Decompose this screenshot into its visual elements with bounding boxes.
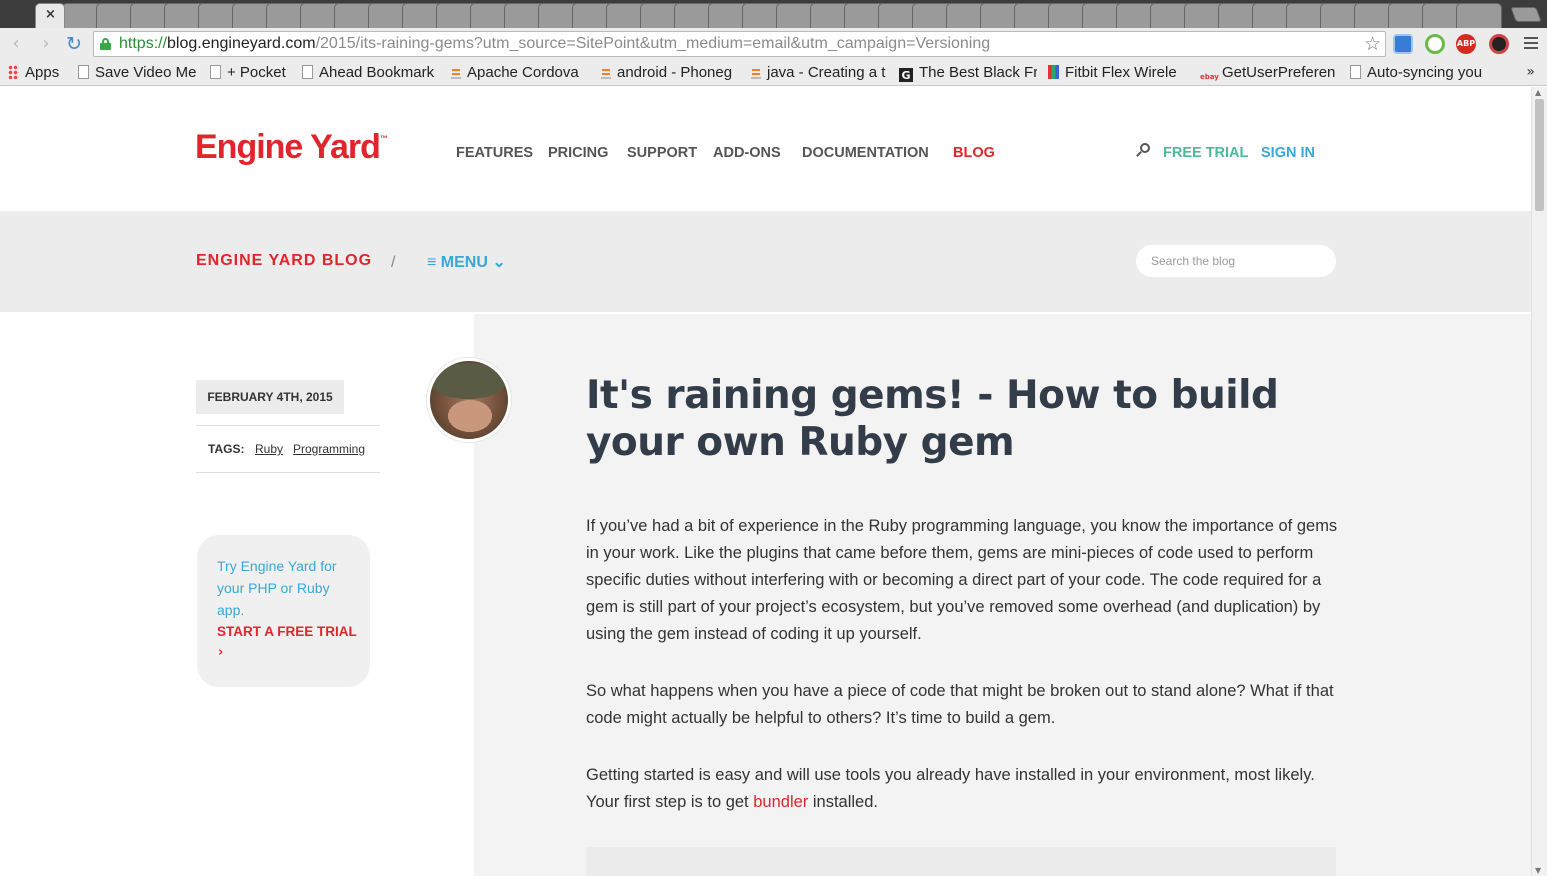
bundler-link[interactable]: bundler	[753, 793, 808, 811]
web-page: Engine Yard™ FEATURES PRICING SUPPORT AD…	[0, 87, 1531, 876]
nav-documentation[interactable]: DOCUMENTATION	[802, 145, 929, 161]
blog-title-link[interactable]: ENGINE YARD BLOG	[196, 252, 372, 270]
article-title: It's raining gems! - How to build your o…	[586, 373, 1279, 465]
breadcrumb-separator: /	[391, 254, 396, 271]
fitbit-icon	[1048, 65, 1059, 79]
blog-menu-button[interactable]: ≡ MENU ⌄	[427, 252, 506, 272]
bookmark-item[interactable]: Auto-syncing you	[1350, 63, 1490, 83]
bookmark-star-icon[interactable]: ☆	[1364, 33, 1381, 56]
adblock-icon[interactable]: ABP	[1456, 34, 1476, 54]
bookmark-item[interactable]: Ahead Bookmark	[302, 63, 438, 83]
sign-in-link[interactable]: SIGN IN	[1261, 145, 1315, 161]
bookmark-item[interactable]: android - Phoneg	[600, 63, 738, 83]
bookmark-item[interactable]: ebay GetUserPreferen	[1200, 63, 1338, 83]
bookmark-item[interactable]: Fitbit Flex Wirele	[1048, 63, 1188, 83]
browser-toolbar: ‹ › ↻ https://blog.engineyard.com/2015/i…	[0, 28, 1547, 60]
article-paragraph: Getting started is easy and will use too…	[586, 766, 1315, 811]
reload-icon[interactable]: ↻	[63, 33, 85, 55]
back-arrow-icon[interactable]: ‹	[5, 33, 27, 55]
divider	[196, 472, 380, 473]
tab-strip: ×	[0, 0, 1547, 28]
start-free-trial-link[interactable]: START A FREE TRIAL	[217, 624, 357, 639]
extension-color-icon[interactable]	[1489, 34, 1509, 54]
url-text: https://blog.engineyard.com/2015/its-rai…	[119, 35, 991, 52]
tab-close-icon[interactable]: ×	[45, 7, 56, 22]
bookmarks-overflow-icon[interactable]: »	[1526, 64, 1535, 80]
browser-tab[interactable]	[1456, 3, 1502, 28]
active-tab[interactable]: ×	[35, 3, 65, 28]
promo-text: Try Engine Yard for your PHP or Ruby app…	[217, 558, 337, 618]
scroll-down-arrow-icon[interactable]: ▼	[1535, 866, 1541, 875]
nav-features[interactable]: FEATURES	[456, 145, 533, 161]
chevron-right-icon[interactable]: ›	[218, 645, 223, 660]
stackoverflow-icon	[750, 65, 761, 79]
stackoverflow-icon	[600, 65, 611, 79]
article-paragraph: If you’ve had a bit of experience in the…	[586, 517, 1338, 643]
free-trial-promo: Try Engine Yard for your PHP or Ruby app…	[197, 535, 370, 687]
bookmark-item[interactable]: java - Creating a t	[750, 63, 888, 83]
forward-arrow-icon[interactable]: ›	[35, 33, 57, 55]
article-paragraph: So what happens when you have a piece of…	[586, 682, 1334, 727]
page-icon	[302, 65, 313, 79]
scrollbar-thumb[interactable]	[1535, 99, 1544, 211]
engine-yard-logo[interactable]: Engine Yard™	[195, 128, 388, 167]
extension-sync-icon[interactable]	[1425, 34, 1445, 54]
bookmark-item[interactable]: + Pocket	[210, 63, 290, 83]
extension-window-icon[interactable]	[1393, 34, 1413, 54]
ebay-icon: ebay	[1200, 73, 1219, 81]
tags-label: TAGS:	[208, 442, 245, 456]
divider	[196, 425, 380, 426]
tag-ruby[interactable]: Ruby	[255, 442, 283, 456]
free-trial-link[interactable]: FREE TRIAL	[1163, 145, 1248, 161]
nav-support[interactable]: SUPPORT	[627, 145, 697, 161]
secure-lock-icon	[100, 38, 111, 50]
page-scrollbar[interactable]: ▲ ▼	[1531, 87, 1547, 876]
post-date: FEBRUARY 4TH, 2015	[196, 380, 344, 414]
new-tab-button[interactable]	[1510, 7, 1542, 22]
nav-pricing[interactable]: PRICING	[548, 145, 608, 161]
gizmodo-icon: G	[899, 68, 913, 82]
page-icon	[210, 65, 221, 79]
tag-programming[interactable]: Programming	[293, 442, 365, 456]
blog-search-input[interactable]	[1136, 245, 1336, 277]
nav-add-ons[interactable]: ADD-ONS	[713, 145, 781, 161]
page-icon	[1350, 65, 1361, 79]
author-avatar[interactable]	[427, 358, 511, 442]
bookmark-item[interactable]: Save Video Me	[78, 63, 198, 83]
page-icon	[78, 65, 89, 79]
nav-blog[interactable]: BLOG	[953, 145, 995, 161]
stackoverflow-icon	[450, 65, 461, 79]
blog-bar: ENGINE YARD BLOG / ≡ MENU ⌄	[0, 211, 1531, 312]
scroll-up-arrow-icon[interactable]: ▲	[1535, 88, 1541, 97]
apps-grid-icon	[8, 65, 19, 79]
chrome-menu-icon[interactable]	[1524, 37, 1538, 52]
bookmark-apps[interactable]: Apps	[8, 63, 59, 83]
bookmark-item[interactable]: Apache Cordova	[450, 63, 588, 83]
code-block	[586, 847, 1336, 876]
bookmarks-bar: Apps Save Video Me + Pocket Ahead Bookma…	[0, 60, 1547, 86]
address-bar[interactable]: https://blog.engineyard.com/2015/its-rai…	[93, 31, 1386, 57]
site-header: Engine Yard™ FEATURES PRICING SUPPORT AD…	[0, 87, 1531, 211]
bookmark-item[interactable]: G The Best Black Fr	[899, 63, 1037, 83]
search-icon[interactable]	[1136, 143, 1150, 159]
